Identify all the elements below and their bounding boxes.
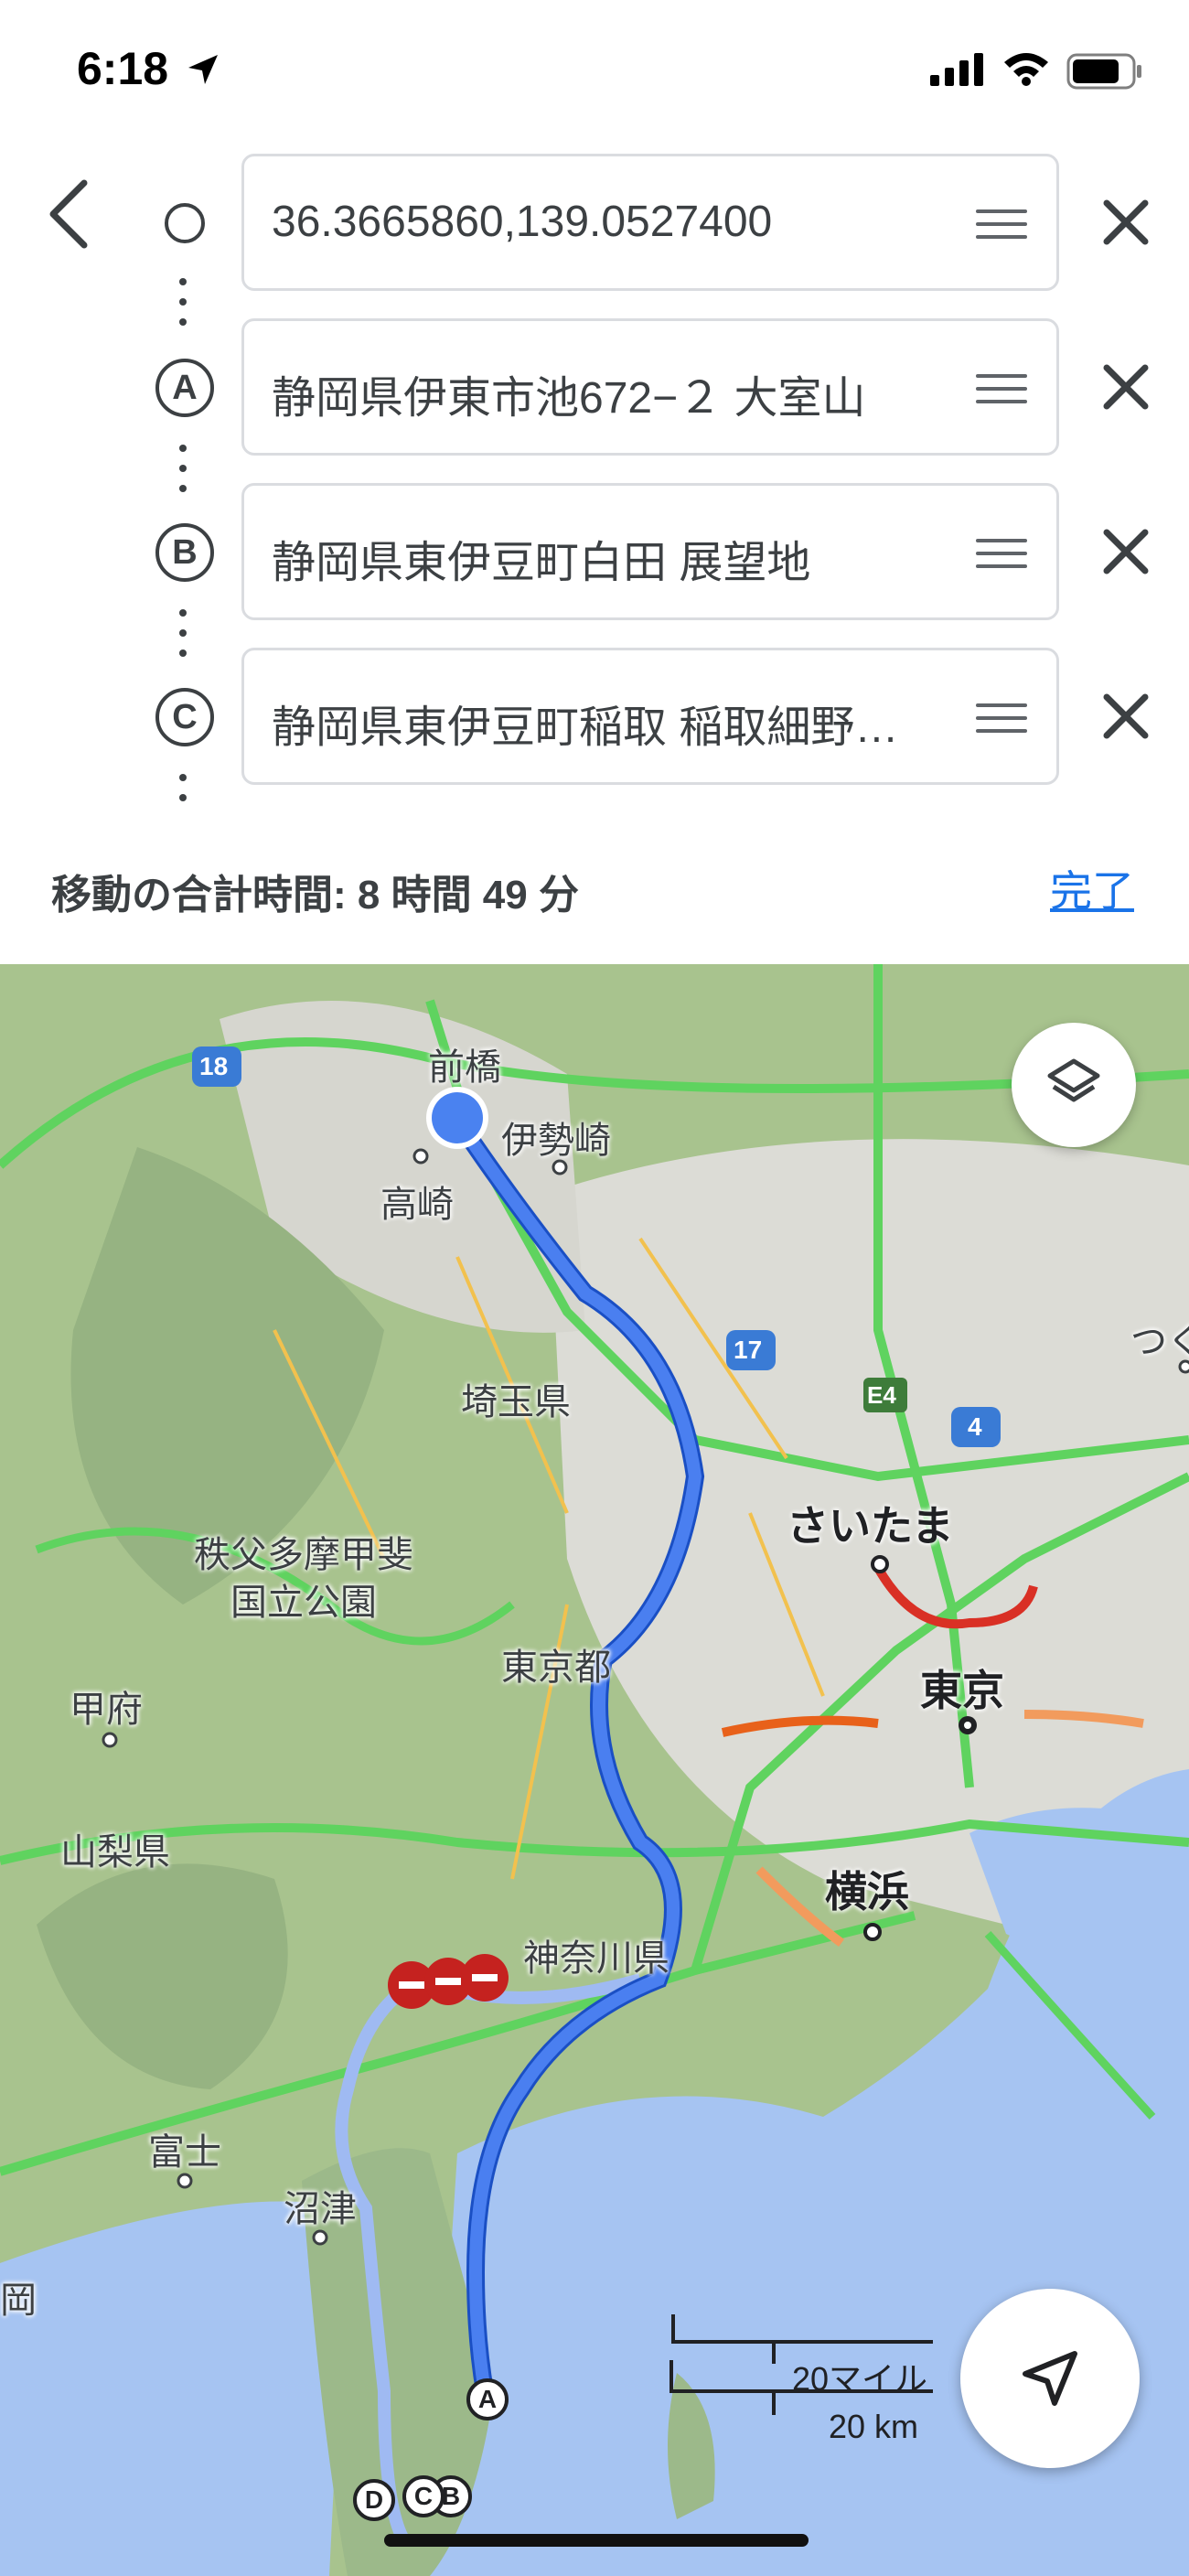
route-connector-dots xyxy=(179,774,188,814)
route-17-shield: 17 xyxy=(734,1336,763,1364)
origin-marker-icon xyxy=(165,203,205,243)
map-label-tsuku: つく xyxy=(1130,1322,1189,1362)
drag-handle-icon[interactable] xyxy=(976,209,1027,248)
home-indicator[interactable] xyxy=(384,2534,809,2547)
waypoint-d-marker[interactable]: D xyxy=(353,2479,395,2521)
map-label-numazu: 沼津 xyxy=(284,2189,357,2229)
wifi-icon xyxy=(1004,53,1048,86)
map-layers-button[interactable] xyxy=(1012,1023,1136,1147)
stop-b-marker-icon: B xyxy=(155,523,214,582)
stop-a-value: 静岡県伊東市池672−２ 大室山 xyxy=(272,374,866,423)
back-button[interactable] xyxy=(40,176,99,252)
route-connector-dots xyxy=(179,278,188,338)
map-label-tokyo: 東京 xyxy=(920,1667,1004,1714)
stop-b-value: 静岡県東伊豆町白田 展望地 xyxy=(272,539,811,587)
remove-stop-a-button[interactable] xyxy=(1094,355,1158,419)
map-label-chichibu-park: 秩父多摩甲斐 国立公園 xyxy=(194,1535,413,1623)
cellular-signal-icon xyxy=(930,53,983,86)
drag-handle-icon[interactable] xyxy=(976,703,1027,742)
map-label-kofu: 甲府 xyxy=(70,1690,143,1730)
route-connector-dots xyxy=(179,609,188,670)
map-label-takasaki: 高崎 xyxy=(380,1185,454,1225)
drag-handle-icon[interactable] xyxy=(976,539,1027,577)
stop-a-marker-icon: A xyxy=(155,359,214,417)
layers-icon xyxy=(1047,1058,1100,1102)
remove-origin-button[interactable] xyxy=(1094,190,1158,254)
waypoint-a-marker[interactable]: A xyxy=(466,2378,509,2420)
route-connector-dots xyxy=(179,445,188,505)
route-18-shield: 18 xyxy=(199,1052,229,1080)
done-button[interactable]: 完了 xyxy=(1050,858,1134,918)
stop-b-field[interactable]: 静岡県東伊豆町白田 展望地 xyxy=(241,483,1059,620)
route-4-shield: 4 xyxy=(968,1412,982,1441)
waypoint-c-marker[interactable]: C xyxy=(402,2475,445,2517)
map-label-yokohama: 横浜 xyxy=(825,1868,909,1916)
battery-icon xyxy=(1066,53,1141,90)
location-arrow-icon xyxy=(188,55,218,84)
map-label-fuji: 富士 xyxy=(148,2132,221,2173)
map-label-tokyo-to: 東京都 xyxy=(501,1648,611,1688)
expressway-e4-shield: E4 xyxy=(867,1381,896,1409)
drag-handle-icon[interactable] xyxy=(976,374,1027,413)
scale-miles: 20マイル xyxy=(792,2360,928,2398)
map-label-maebashi: 前橋 xyxy=(428,1047,501,1088)
map-label-saitama: さいたま xyxy=(787,1502,954,1550)
map-label-saitama-pref: 埼玉県 xyxy=(461,1382,571,1422)
origin-value: 36.3665860,139.0527400 xyxy=(272,198,773,246)
map-label-kanagawa: 神奈川県 xyxy=(523,1938,669,1979)
stop-a-field[interactable]: 静岡県伊東市池672−２ 大室山 xyxy=(241,318,1059,456)
origin-field[interactable]: 36.3665860,139.0527400 xyxy=(241,154,1059,291)
map-label-oka: 岡 xyxy=(0,2281,37,2321)
navigation-arrow-icon xyxy=(1023,2351,1077,2406)
start-navigation-button[interactable] xyxy=(960,2289,1140,2468)
status-time: 6:18 xyxy=(77,43,169,94)
scale-km: 20 km xyxy=(829,2408,919,2445)
map-label-isesaki: 伊勢崎 xyxy=(501,1121,611,1161)
map-label-yamanashi: 山梨県 xyxy=(60,1832,170,1873)
stop-c-field[interactable]: 静岡県東伊豆町稲取 稲取細野高原 xyxy=(241,648,1059,785)
stop-c-value: 静岡県東伊豆町稲取 稲取細野高原 xyxy=(272,703,930,752)
remove-stop-b-button[interactable] xyxy=(1094,520,1158,584)
stop-c-marker-icon: C xyxy=(155,688,214,746)
remove-stop-c-button[interactable] xyxy=(1094,684,1158,748)
total-travel-time: 移動の合計時間: 8 時間 49 分 xyxy=(51,873,579,918)
